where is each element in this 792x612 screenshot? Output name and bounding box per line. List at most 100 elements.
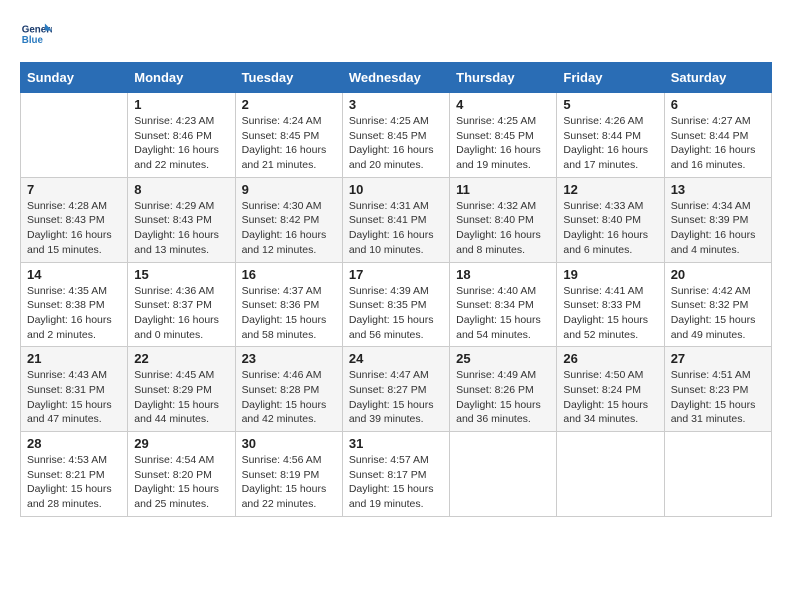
day-info: Sunrise: 4:29 AM Sunset: 8:43 PM Dayligh… xyxy=(134,199,228,258)
day-info: Sunrise: 4:46 AM Sunset: 8:28 PM Dayligh… xyxy=(242,368,336,427)
day-number: 27 xyxy=(671,351,765,366)
calendar-cell: 4 Sunrise: 4:25 AM Sunset: 8:45 PM Daylig… xyxy=(450,93,557,178)
calendar-cell: 12 Sunrise: 4:33 AM Sunset: 8:40 PM Dayli… xyxy=(557,177,664,262)
calendar-cell: 3Sunrise: 4:25 AM Sunset: 8:45 PM Daylig… xyxy=(342,93,449,178)
header-monday: Monday xyxy=(128,63,235,93)
day-number: 4 xyxy=(456,97,550,112)
calendar-cell: 23 Sunrise: 4:46 AM Sunset: 8:28 PM Dayli… xyxy=(235,347,342,432)
day-number: 12 xyxy=(563,182,657,197)
calendar-cell: 27 Sunrise: 4:51 AM Sunset: 8:23 PM Dayli… xyxy=(664,347,771,432)
calendar-cell: 19 Sunrise: 4:41 AM Sunset: 8:33 PM Dayli… xyxy=(557,262,664,347)
day-number: 20 xyxy=(671,267,765,282)
day-info: Sunrise: 4:53 AM Sunset: 8:21 PM Dayligh… xyxy=(27,453,121,512)
day-info: Sunrise: 4:35 AM Sunset: 8:38 PM Dayligh… xyxy=(27,284,121,343)
day-info: Sunrise: 4:57 AM Sunset: 8:17 PM Dayligh… xyxy=(349,453,443,512)
day-info: Sunrise: 4:25 AM Sunset: 8:45 PM Dayligh… xyxy=(349,114,443,173)
day-info: Sunrise: 4:33 AM Sunset: 8:40 PM Dayligh… xyxy=(563,199,657,258)
calendar-cell: 16Sunrise: 4:37 AM Sunset: 8:36 PM Dayli… xyxy=(235,262,342,347)
calendar-cell: 26 Sunrise: 4:50 AM Sunset: 8:24 PM Dayli… xyxy=(557,347,664,432)
day-info: Sunrise: 4:28 AM Sunset: 8:43 PM Dayligh… xyxy=(27,199,121,258)
day-info: Sunrise: 4:54 AM Sunset: 8:20 PM Dayligh… xyxy=(134,453,228,512)
day-info: Sunrise: 4:40 AM Sunset: 8:34 PM Dayligh… xyxy=(456,284,550,343)
day-info: Sunrise: 4:50 AM Sunset: 8:24 PM Dayligh… xyxy=(563,368,657,427)
header-wednesday: Wednesday xyxy=(342,63,449,93)
day-number: 16 xyxy=(242,267,336,282)
day-number: 30 xyxy=(242,436,336,451)
day-info: Sunrise: 4:26 AM Sunset: 8:44 PM Dayligh… xyxy=(563,114,657,173)
logo-icon: General Blue xyxy=(20,20,52,52)
header-thursday: Thursday xyxy=(450,63,557,93)
day-number: 28 xyxy=(27,436,121,451)
calendar-cell: 15Sunrise: 4:36 AM Sunset: 8:37 PM Dayli… xyxy=(128,262,235,347)
day-info: Sunrise: 4:41 AM Sunset: 8:33 PM Dayligh… xyxy=(563,284,657,343)
day-number: 26 xyxy=(563,351,657,366)
calendar-cell: 9 Sunrise: 4:30 AM Sunset: 8:42 PM Daylig… xyxy=(235,177,342,262)
calendar-table: SundayMondayTuesdayWednesdayThursdayFrid… xyxy=(20,62,772,517)
day-info: Sunrise: 4:42 AM Sunset: 8:32 PM Dayligh… xyxy=(671,284,765,343)
day-number: 17 xyxy=(349,267,443,282)
calendar-cell: 10 Sunrise: 4:31 AM Sunset: 8:41 PM Dayli… xyxy=(342,177,449,262)
calendar-cell: 24Sunrise: 4:47 AM Sunset: 8:27 PM Dayli… xyxy=(342,347,449,432)
calendar-cell: 31 Sunrise: 4:57 AM Sunset: 8:17 PM Dayli… xyxy=(342,432,449,517)
day-number: 2 xyxy=(242,97,336,112)
header-saturday: Saturday xyxy=(664,63,771,93)
day-number: 22 xyxy=(134,351,228,366)
day-number: 25 xyxy=(456,351,550,366)
calendar-cell: 29 Sunrise: 4:54 AM Sunset: 8:20 PM Dayli… xyxy=(128,432,235,517)
header-tuesday: Tuesday xyxy=(235,63,342,93)
day-number: 21 xyxy=(27,351,121,366)
day-number: 29 xyxy=(134,436,228,451)
logo: General Blue xyxy=(20,20,56,52)
calendar-week-row: 7 Sunrise: 4:28 AM Sunset: 8:43 PM Daylig… xyxy=(21,177,772,262)
day-info: Sunrise: 4:30 AM Sunset: 8:42 PM Dayligh… xyxy=(242,199,336,258)
day-info: Sunrise: 4:25 AM Sunset: 8:45 PM Dayligh… xyxy=(456,114,550,173)
day-number: 1 xyxy=(134,97,228,112)
svg-text:Blue: Blue xyxy=(22,35,44,46)
day-info: Sunrise: 4:32 AM Sunset: 8:40 PM Dayligh… xyxy=(456,199,550,258)
calendar-week-row: 21Sunrise: 4:43 AM Sunset: 8:31 PM Dayli… xyxy=(21,347,772,432)
day-info: Sunrise: 4:34 AM Sunset: 8:39 PM Dayligh… xyxy=(671,199,765,258)
calendar-cell: 1 Sunrise: 4:23 AM Sunset: 8:46 PM Daylig… xyxy=(128,93,235,178)
calendar-cell xyxy=(450,432,557,517)
calendar-week-row: 28 Sunrise: 4:53 AM Sunset: 8:21 PM Dayli… xyxy=(21,432,772,517)
day-number: 23 xyxy=(242,351,336,366)
day-info: Sunrise: 4:36 AM Sunset: 8:37 PM Dayligh… xyxy=(134,284,228,343)
day-info: Sunrise: 4:56 AM Sunset: 8:19 PM Dayligh… xyxy=(242,453,336,512)
calendar-cell: 7 Sunrise: 4:28 AM Sunset: 8:43 PM Daylig… xyxy=(21,177,128,262)
header-sunday: Sunday xyxy=(21,63,128,93)
calendar-cell: 20 Sunrise: 4:42 AM Sunset: 8:32 PM Dayli… xyxy=(664,262,771,347)
calendar-cell: 17 Sunrise: 4:39 AM Sunset: 8:35 PM Dayli… xyxy=(342,262,449,347)
calendar-cell: 8Sunrise: 4:29 AM Sunset: 8:43 PM Daylig… xyxy=(128,177,235,262)
calendar-week-row: 1 Sunrise: 4:23 AM Sunset: 8:46 PM Daylig… xyxy=(21,93,772,178)
day-number: 11 xyxy=(456,182,550,197)
day-info: Sunrise: 4:51 AM Sunset: 8:23 PM Dayligh… xyxy=(671,368,765,427)
calendar-week-row: 14 Sunrise: 4:35 AM Sunset: 8:38 PM Dayli… xyxy=(21,262,772,347)
calendar-cell: 18 Sunrise: 4:40 AM Sunset: 8:34 PM Dayli… xyxy=(450,262,557,347)
day-info: Sunrise: 4:45 AM Sunset: 8:29 PM Dayligh… xyxy=(134,368,228,427)
day-number: 6 xyxy=(671,97,765,112)
day-number: 7 xyxy=(27,182,121,197)
day-number: 9 xyxy=(242,182,336,197)
calendar-cell: 11 Sunrise: 4:32 AM Sunset: 8:40 PM Dayli… xyxy=(450,177,557,262)
header: General Blue xyxy=(20,20,772,52)
calendar-header-row: SundayMondayTuesdayWednesdayThursdayFrid… xyxy=(21,63,772,93)
day-number: 10 xyxy=(349,182,443,197)
calendar-cell: 30 Sunrise: 4:56 AM Sunset: 8:19 PM Dayli… xyxy=(235,432,342,517)
day-info: Sunrise: 4:47 AM Sunset: 8:27 PM Dayligh… xyxy=(349,368,443,427)
calendar-cell: 5 Sunrise: 4:26 AM Sunset: 8:44 PM Daylig… xyxy=(557,93,664,178)
day-info: Sunrise: 4:27 AM Sunset: 8:44 PM Dayligh… xyxy=(671,114,765,173)
day-info: Sunrise: 4:39 AM Sunset: 8:35 PM Dayligh… xyxy=(349,284,443,343)
calendar-cell: 14 Sunrise: 4:35 AM Sunset: 8:38 PM Dayli… xyxy=(21,262,128,347)
day-number: 5 xyxy=(563,97,657,112)
day-info: Sunrise: 4:23 AM Sunset: 8:46 PM Dayligh… xyxy=(134,114,228,173)
calendar-cell: 13Sunrise: 4:34 AM Sunset: 8:39 PM Dayli… xyxy=(664,177,771,262)
calendar-cell xyxy=(664,432,771,517)
header-friday: Friday xyxy=(557,63,664,93)
day-number: 14 xyxy=(27,267,121,282)
day-info: Sunrise: 4:24 AM Sunset: 8:45 PM Dayligh… xyxy=(242,114,336,173)
day-number: 31 xyxy=(349,436,443,451)
day-number: 18 xyxy=(456,267,550,282)
day-number: 19 xyxy=(563,267,657,282)
calendar-cell: 25Sunrise: 4:49 AM Sunset: 8:26 PM Dayli… xyxy=(450,347,557,432)
day-info: Sunrise: 4:31 AM Sunset: 8:41 PM Dayligh… xyxy=(349,199,443,258)
